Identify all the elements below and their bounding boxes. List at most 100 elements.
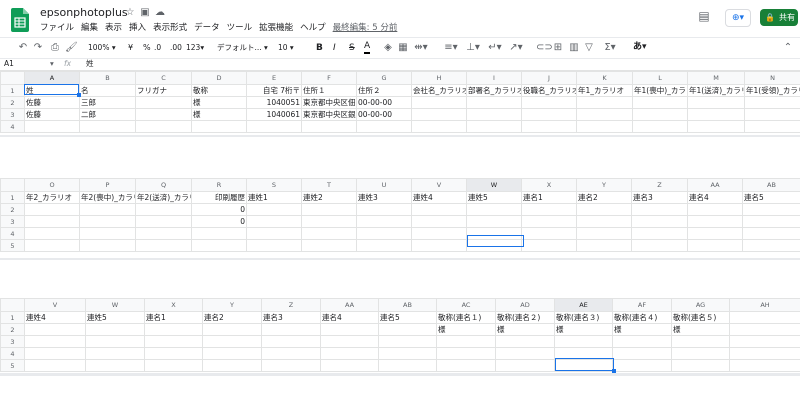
fill-handle[interactable] [77, 93, 81, 97]
column-header[interactable]: H [411, 71, 467, 85]
cell[interactable]: 連姓3 [356, 191, 412, 204]
cell[interactable] [135, 203, 192, 216]
select-all-corner[interactable] [0, 71, 25, 85]
menu-extensions[interactable]: 拡張機能 [259, 22, 293, 34]
text-wrap-icon[interactable]: ↵▾ [488, 42, 502, 54]
cell[interactable] [246, 215, 302, 228]
insert-comment-icon[interactable]: ⊞ [553, 42, 563, 54]
increase-decimal-button[interactable]: .00 [170, 42, 182, 54]
cell[interactable] [378, 323, 437, 336]
column-header[interactable]: V [411, 178, 467, 192]
cell[interactable]: 連姓5 [85, 311, 145, 324]
cell[interactable] [612, 359, 672, 372]
cell[interactable] [631, 239, 688, 252]
menu-help[interactable]: ヘルプ [300, 22, 326, 34]
cell[interactable] [744, 96, 800, 109]
column-header[interactable]: G [356, 71, 412, 85]
cell[interactable] [24, 215, 80, 228]
cell[interactable]: 1040061 [246, 108, 302, 121]
cell[interactable] [261, 323, 321, 336]
cell[interactable]: 様 [436, 323, 496, 336]
cell[interactable] [411, 108, 467, 121]
star-icon[interactable]: ☆ [124, 7, 136, 19]
cell[interactable] [554, 335, 613, 348]
cell[interactable] [436, 335, 496, 348]
cell[interactable] [320, 323, 379, 336]
formula-input[interactable]: 姓 [86, 58, 94, 70]
column-header[interactable]: U [356, 178, 412, 192]
move-folder-icon[interactable]: ▣ [139, 7, 151, 19]
cloud-status-icon[interactable]: ☁ [154, 7, 166, 19]
column-header[interactable]: Y [576, 178, 632, 192]
column-header[interactable]: Z [631, 178, 688, 192]
doc-title[interactable]: epsonphotoplus [40, 6, 128, 20]
row-header[interactable]: 4 [0, 120, 25, 133]
cell[interactable]: 連名4 [320, 311, 379, 324]
column-header[interactable]: AA [320, 298, 379, 312]
cell[interactable] [576, 227, 632, 240]
cell[interactable] [301, 120, 357, 133]
cell[interactable]: 連名1 [521, 191, 577, 204]
cell[interactable] [729, 359, 800, 372]
cell[interactable]: 敬称(連名１) [436, 311, 496, 324]
column-header[interactable]: AD [495, 298, 555, 312]
filter-icon[interactable]: ▽ [584, 42, 594, 54]
cell[interactable]: 連姓4 [24, 311, 86, 324]
cell[interactable] [246, 120, 302, 133]
cell[interactable] [24, 323, 86, 336]
cell[interactable] [24, 347, 86, 360]
column-header[interactable]: K [576, 71, 633, 85]
column-header[interactable]: O [24, 178, 80, 192]
menu-edit[interactable]: 編集 [81, 22, 98, 34]
cell[interactable] [320, 335, 379, 348]
menu-file[interactable]: ファイル [40, 22, 74, 34]
column-header[interactable]: AH [729, 298, 800, 312]
cell[interactable]: 敬称(連名３) [554, 311, 613, 324]
cell[interactable] [742, 215, 800, 228]
font-select[interactable]: デフォルト... ▾ [217, 42, 268, 54]
cell[interactable]: 年2(喪中)_カラリ [79, 191, 136, 204]
cell[interactable]: 部署名_カラリオ [466, 84, 522, 97]
cell[interactable] [495, 335, 555, 348]
row-header[interactable]: 1 [0, 311, 25, 324]
vertical-align-icon[interactable]: ⊥▾ [466, 42, 480, 54]
column-header[interactable]: AC [436, 298, 496, 312]
cell[interactable] [744, 108, 800, 121]
strikethrough-button[interactable]: S [349, 42, 355, 54]
cell[interactable]: 1040051 [246, 96, 302, 109]
column-header[interactable]: T [301, 178, 357, 192]
percent-button[interactable]: % [143, 42, 151, 54]
cell[interactable] [521, 203, 577, 216]
cell[interactable]: 連姓4 [411, 191, 467, 204]
cell[interactable] [521, 108, 577, 121]
menu-format[interactable]: 表示形式 [153, 22, 187, 34]
sheets-logo-icon[interactable] [11, 8, 29, 32]
selected-cell-ae5[interactable] [555, 358, 614, 371]
cell[interactable] [85, 347, 145, 360]
cell[interactable]: 東京都中央区銀座 [301, 108, 357, 121]
cell[interactable]: 東京都中央区佃 [301, 96, 357, 109]
cell[interactable] [742, 227, 800, 240]
cell[interactable] [356, 239, 412, 252]
column-header[interactable]: B [79, 71, 136, 85]
cell[interactable] [79, 120, 136, 133]
cell[interactable] [356, 203, 412, 216]
column-header[interactable]: AB [378, 298, 437, 312]
column-header[interactable]: J [521, 71, 577, 85]
undo-icon[interactable]: ↶ [18, 42, 28, 54]
column-header[interactable]: Q [135, 178, 192, 192]
cell[interactable] [687, 227, 743, 240]
cell[interactable]: 佐藤 [24, 108, 80, 121]
cell[interactable] [466, 120, 522, 133]
cell[interactable] [671, 359, 730, 372]
column-header[interactable]: AB [742, 178, 800, 192]
number-format-select[interactable]: 123▾ [186, 42, 204, 54]
cell[interactable] [301, 227, 357, 240]
cell[interactable]: 連名2 [576, 191, 632, 204]
print-icon[interactable]: ⎙ [50, 42, 60, 54]
cell[interactable]: 会社名_カラリオ [411, 84, 467, 97]
cell[interactable]: 年1(喪中)_カラリ [632, 84, 688, 97]
cell[interactable] [202, 347, 262, 360]
cell[interactable] [744, 120, 800, 133]
cell[interactable] [576, 120, 633, 133]
